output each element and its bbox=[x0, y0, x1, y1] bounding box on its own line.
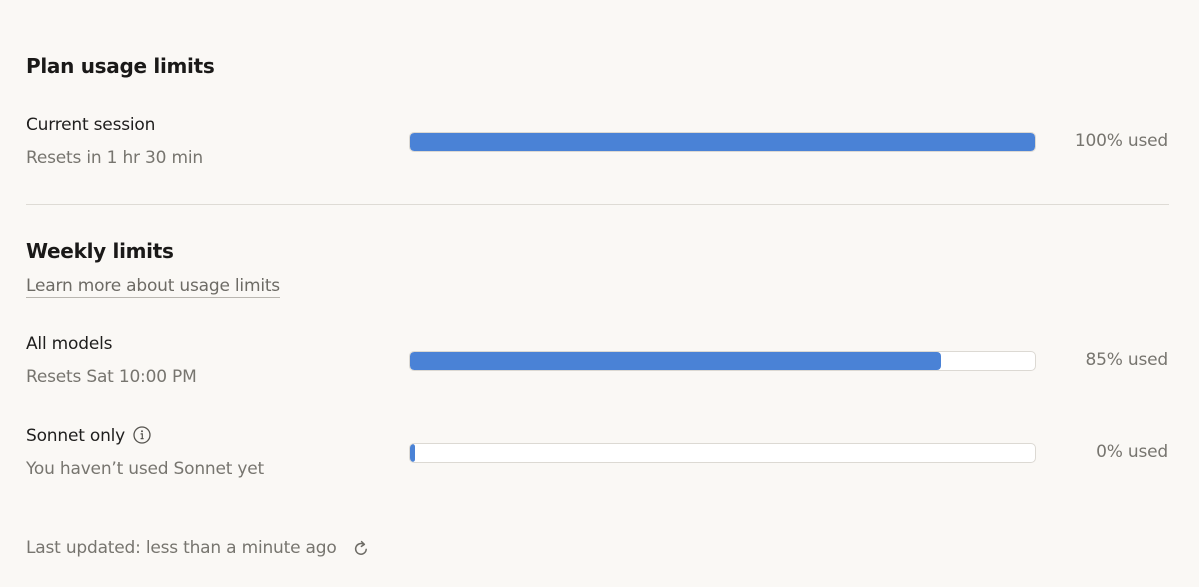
sonnet-only-label: Sonnet only bbox=[26, 426, 126, 446]
plan-usage-title: Plan usage limits bbox=[26, 54, 215, 78]
all-models-progress-bar bbox=[409, 351, 1036, 371]
current-session-label: Current session bbox=[26, 115, 156, 135]
sonnet-only-progress-bar bbox=[409, 443, 1036, 463]
all-models-reset: Resets Sat 10:00 PM bbox=[26, 367, 197, 387]
sonnet-only-percent: 0% used bbox=[1096, 442, 1168, 462]
all-models-percent: 85% used bbox=[1085, 350, 1169, 370]
current-session-progress-fill bbox=[410, 133, 1035, 151]
info-icon[interactable] bbox=[133, 426, 151, 444]
current-session-reset: Resets in 1 hr 30 min bbox=[26, 148, 203, 168]
current-session-progress-bar bbox=[409, 132, 1036, 152]
sonnet-only-status: You haven’t used Sonnet yet bbox=[26, 459, 265, 479]
all-models-label: All models bbox=[26, 334, 113, 354]
last-updated-text: Last updated: less than a minute ago bbox=[26, 538, 337, 558]
sonnet-only-row-label: Sonnet only bbox=[26, 426, 151, 446]
learn-more-link[interactable]: Learn more about usage limits bbox=[26, 276, 280, 298]
current-session-percent: 100% used bbox=[1074, 131, 1168, 151]
refresh-icon[interactable] bbox=[351, 539, 371, 559]
sonnet-only-progress-fill bbox=[410, 444, 415, 462]
all-models-progress-fill bbox=[410, 352, 941, 370]
section-divider bbox=[26, 204, 1169, 205]
weekly-limits-title: Weekly limits bbox=[26, 239, 174, 263]
